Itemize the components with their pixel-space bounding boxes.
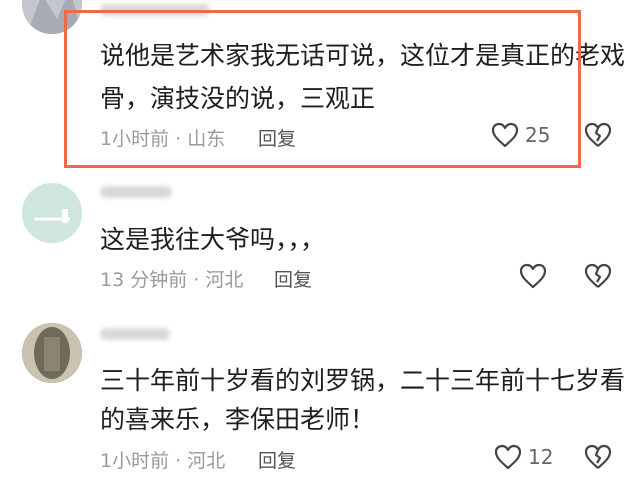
username-redacted: [100, 328, 170, 340]
comment-text-line: 三十年前十岁看的刘罗锅，二十三年前十七岁看: [100, 366, 626, 395]
like-button[interactable]: [519, 263, 553, 289]
comment-text-line: 骨，演技没的说，三观正: [100, 84, 376, 113]
broken-heart-icon: [584, 263, 612, 293]
like-count: 25: [525, 123, 551, 147]
reply-button[interactable]: 回复: [274, 265, 312, 292]
comment-meta: 13 分钟前 · 河北: [100, 269, 244, 291]
username-redacted: [100, 4, 210, 16]
dislike-button[interactable]: [584, 263, 612, 293]
like-count: 12: [528, 445, 554, 469]
comment-time: 1小时前: [100, 128, 170, 150]
username-redacted: [100, 186, 172, 198]
avatar[interactable]: [22, 183, 82, 243]
heart-outline-icon: [494, 444, 522, 470]
broken-heart-icon: [584, 444, 612, 474]
heart-outline-icon: [519, 263, 547, 289]
comment-meta: 1小时前 · 山东: [100, 128, 226, 150]
reply-button[interactable]: 回复: [258, 124, 296, 151]
like-button[interactable]: 25: [491, 122, 550, 148]
avatar[interactable]: [22, 323, 82, 383]
comment-location: 河北: [205, 269, 244, 291]
comment-text-line: 的喜来乐，李保田老师！: [100, 405, 376, 434]
comment-text-line: 这是我往大爷吗，，，: [100, 225, 326, 254]
comment-location: 山东: [187, 128, 226, 150]
comment-time: 13 分钟前: [100, 269, 188, 291]
heart-outline-icon: [491, 122, 519, 148]
comment-location: 河北: [187, 450, 226, 472]
comment-time: 1小时前: [100, 450, 170, 472]
dislike-button[interactable]: [584, 122, 612, 152]
broken-heart-icon: [584, 122, 612, 152]
comment-text-line: 说他是艺术家我无话可说，这位才是真正的老戏: [100, 41, 626, 70]
comment-meta: 1小时前 · 河北: [100, 450, 226, 472]
dislike-button[interactable]: [584, 444, 612, 474]
reply-button[interactable]: 回复: [258, 446, 296, 473]
avatar[interactable]: [22, 0, 82, 34]
like-button[interactable]: 12: [494, 444, 553, 470]
